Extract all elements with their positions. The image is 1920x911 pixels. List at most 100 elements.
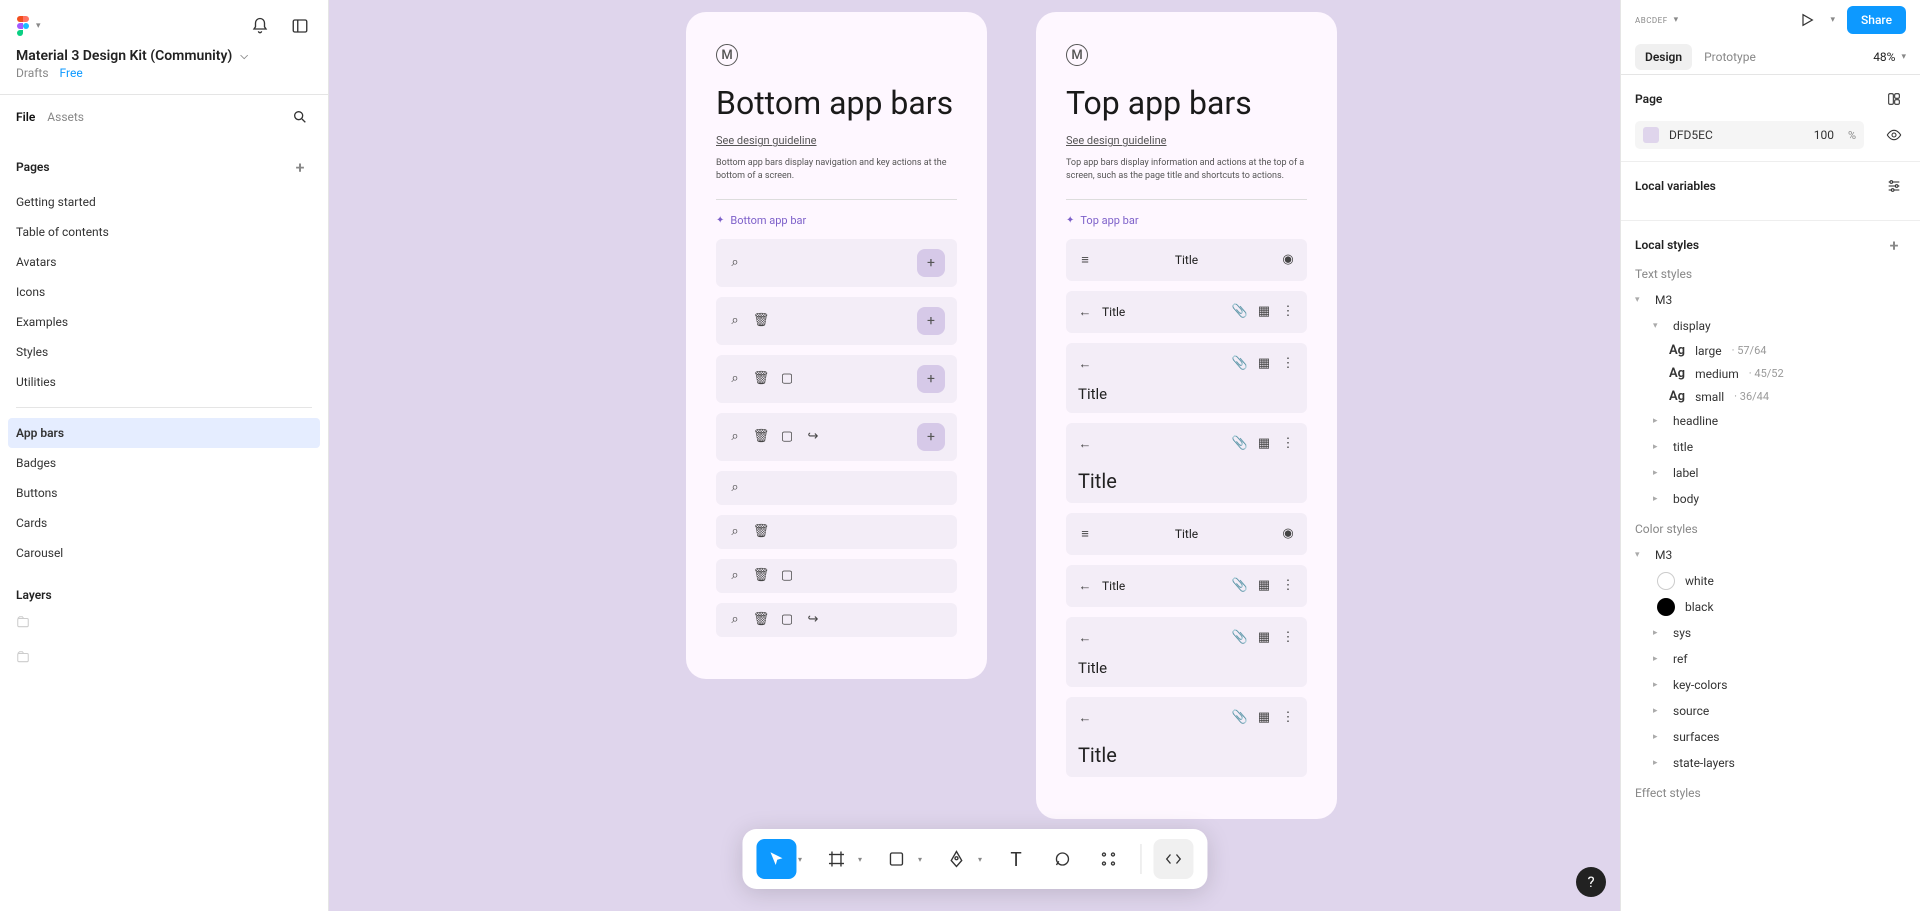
guideline-link[interactable]: See design guideline (1066, 134, 1307, 147)
guideline-link[interactable]: See design guideline (716, 134, 957, 147)
bottom-bar-variant[interactable]: ⌕ (716, 471, 957, 505)
notifications-button[interactable] (248, 14, 272, 38)
figma-menu[interactable]: ▾ (16, 16, 41, 36)
shape-tool[interactable] (876, 839, 916, 879)
style-group[interactable]: ▸title (1635, 434, 1906, 460)
tab-design[interactable]: Design (1635, 44, 1692, 70)
color-style-item[interactable]: white (1635, 568, 1906, 594)
chevron-down-icon: ▾ (1674, 15, 1679, 25)
page-item[interactable]: Utilities (16, 367, 312, 397)
page-item[interactable]: Badges (16, 448, 312, 478)
sliders-icon (1886, 178, 1902, 194)
add-page-button[interactable]: + (288, 155, 312, 179)
style-group[interactable]: ▸headline (1635, 408, 1906, 434)
variables-settings-button[interactable] (1882, 174, 1906, 198)
multiplayer-menu[interactable]: ABCDEF▾ (1635, 15, 1679, 25)
divider (716, 199, 957, 200)
pen-tool[interactable] (936, 839, 976, 879)
style-group[interactable]: ▸ref (1635, 646, 1906, 672)
file-title[interactable]: Material 3 Design Kit (Community) ⌵ (16, 48, 312, 64)
bottom-bar-variant[interactable]: ⌕ 🗑 ▢ ↪ + (716, 413, 957, 461)
bottom-bar-variant[interactable]: ⌕ 🗑 (716, 515, 957, 549)
section-bottom-app-bars[interactable]: M Bottom app bars See design guideline B… (686, 12, 987, 679)
pages-heading: Pages (16, 160, 50, 174)
page-color-button[interactable] (1882, 87, 1906, 111)
bar-title: Title (1102, 253, 1271, 267)
page-item[interactable]: Carousel (16, 538, 312, 568)
share-button[interactable]: Share (1847, 6, 1906, 34)
layer-item[interactable] (16, 606, 312, 641)
page-item[interactable]: Cards (16, 508, 312, 538)
page-item[interactable]: Buttons (16, 478, 312, 508)
move-tool[interactable] (756, 839, 796, 879)
dev-mode-toggle[interactable] (1153, 839, 1193, 879)
bottom-bar-variant[interactable]: ⌕ 🗑 ▢ ↪ (716, 603, 957, 637)
style-group[interactable]: ▸body (1635, 486, 1906, 512)
page-item[interactable]: Icons (16, 277, 312, 307)
toggle-sidebar-button[interactable] (288, 14, 312, 38)
style-group-m3-color[interactable]: ▾M3 (1635, 542, 1906, 568)
actions-tool[interactable] (1088, 839, 1128, 879)
toggle-visibility-button[interactable] (1882, 123, 1906, 147)
plan-badge: Free (60, 66, 83, 80)
style-group[interactable]: ▸source (1635, 698, 1906, 724)
bottom-bar-variant[interactable]: ⌕ 🗑 + (716, 297, 957, 345)
style-group-display[interactable]: ▾display (1635, 313, 1906, 339)
section-top-app-bars[interactable]: M Top app bars See design guideline Top … (1036, 12, 1337, 819)
text-style-item[interactable]: Agsmall· 36/44 (1635, 385, 1906, 408)
style-group[interactable]: ▸key-colors (1635, 672, 1906, 698)
top-bar-variant-large[interactable]: ← 📎 ▦ ⋮ Title (1066, 697, 1307, 777)
top-bar-variant-center[interactable]: ≡ Title ◉ (1066, 239, 1307, 281)
style-group[interactable]: ▸surfaces (1635, 724, 1906, 750)
sidebar-icon (291, 17, 309, 35)
tab-assets[interactable]: Assets (47, 106, 96, 128)
comment-tool[interactable] (1042, 839, 1082, 879)
component-label[interactable]: Top app bar (1066, 214, 1307, 227)
bottom-bar-variant[interactable]: ⌕ + (716, 239, 957, 287)
chevron-down-icon[interactable]: ▾ (1831, 15, 1836, 25)
canvas[interactable]: M Bottom app bars See design guideline B… (329, 0, 1620, 911)
top-bar-variant-medium[interactable]: ← 📎 ▦ ⋮ Title (1066, 343, 1307, 413)
chevron-down-icon[interactable]: ▾ (858, 855, 862, 864)
top-bar-variant-medium[interactable]: ← 📎 ▦ ⋮ Title (1066, 617, 1307, 687)
style-group[interactable]: ▸sys (1635, 620, 1906, 646)
bottom-bar-variant[interactable]: ⌕ 🗑 ▢ + (716, 355, 957, 403)
chevron-down-icon[interactable]: ▾ (798, 855, 802, 864)
component-label[interactable]: Bottom app bar (716, 214, 957, 227)
style-group[interactable]: ▸label (1635, 460, 1906, 486)
layer-item[interactable] (16, 641, 312, 676)
style-group[interactable]: ▸state-layers (1635, 750, 1906, 776)
chevron-down-icon[interactable]: ▾ (978, 855, 982, 864)
color-style-item[interactable]: black (1635, 594, 1906, 620)
style-group-m3[interactable]: ▾M3 (1635, 287, 1906, 313)
text-tool[interactable]: T (996, 839, 1036, 879)
present-button[interactable] (1795, 8, 1819, 32)
page-item[interactable]: Examples (16, 307, 312, 337)
search-button[interactable] (288, 105, 312, 129)
text-style-item[interactable]: Agmedium· 45/52 (1635, 362, 1906, 385)
bg-hex: DFD5EC (1669, 128, 1804, 142)
text-style-item[interactable]: Aglarge· 57/64 (1635, 339, 1906, 362)
file-location[interactable]: Drafts Free (16, 66, 312, 80)
top-bar-variant-large[interactable]: ← 📎 ▦ ⋮ Title (1066, 423, 1307, 503)
bottom-bar-variant[interactable]: ⌕ 🗑 ▢ (716, 559, 957, 593)
zoom-control[interactable]: 48% ▾ (1873, 50, 1906, 64)
page-item[interactable]: Avatars (16, 247, 312, 277)
tab-file[interactable]: File (16, 106, 47, 128)
search-icon: ⌕ (728, 525, 742, 539)
chevron-down-icon[interactable]: ▾ (918, 855, 922, 864)
frame-tool[interactable] (816, 839, 856, 879)
top-bar-variant-small[interactable]: ← Title 📎 ▦ ⋮ (1066, 291, 1307, 333)
help-button[interactable]: ? (1576, 867, 1606, 897)
top-bar-variant-center[interactable]: ≡ Title ◉ (1066, 513, 1307, 555)
tab-prototype[interactable]: Prototype (1704, 40, 1756, 74)
cursor-icon (767, 850, 785, 868)
page-item[interactable]: App bars (8, 418, 320, 448)
color-swatch (1657, 598, 1675, 616)
top-bar-variant-small[interactable]: ← Title 📎 ▦ ⋮ (1066, 565, 1307, 607)
page-bg-input[interactable]: DFD5EC 100 % (1635, 121, 1864, 149)
add-style-button[interactable]: + (1882, 233, 1906, 257)
page-item[interactable]: Styles (16, 337, 312, 367)
page-item[interactable]: Getting started (16, 187, 312, 217)
page-item[interactable]: Table of contents (16, 217, 312, 247)
